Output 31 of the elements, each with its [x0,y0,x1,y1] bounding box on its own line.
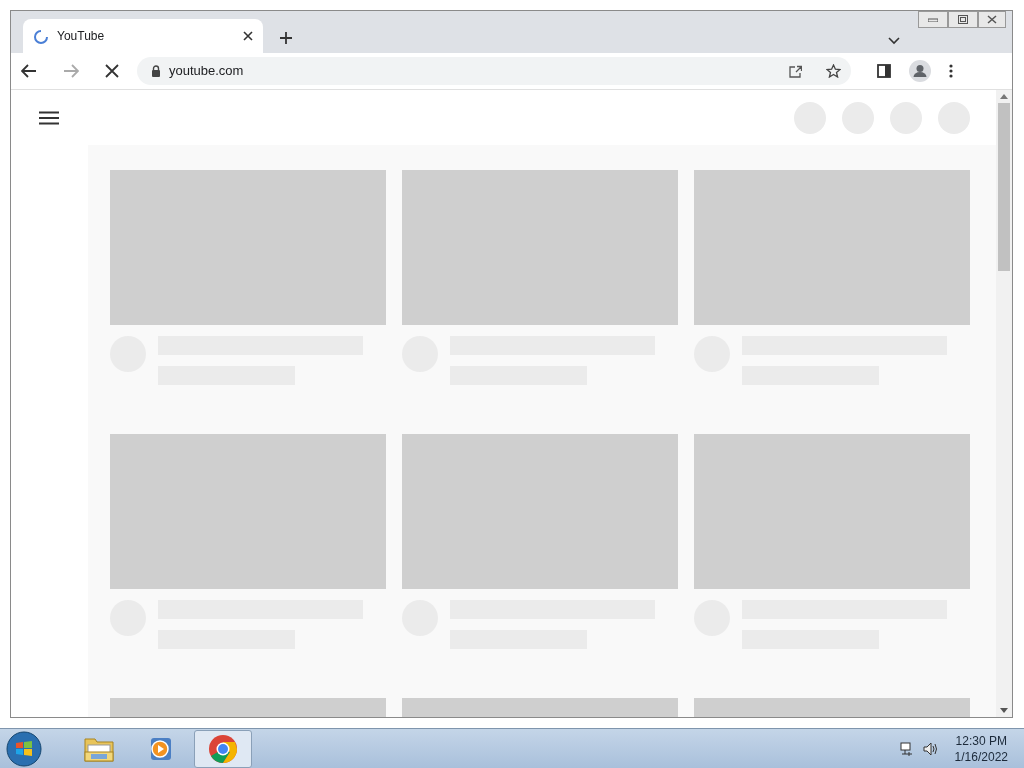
scrollbar[interactable] [996,90,1012,717]
chrome-icon [208,733,238,764]
maximize-icon [958,15,968,24]
start-button[interactable] [6,730,42,767]
address-bar[interactable]: youtube.com [137,57,851,85]
close-button[interactable] [978,11,1006,28]
back-icon[interactable] [21,64,37,78]
url-text: youtube.com [169,62,245,81]
lock-icon [151,65,161,77]
menu-icon[interactable] [39,110,59,125]
volume-icon[interactable] [922,740,939,757]
scrollbar-thumb[interactable] [998,103,1010,271]
share-icon[interactable] [788,64,802,78]
browser-tab[interactable]: YouTube [23,19,263,53]
menu-icon[interactable] [949,64,953,78]
maximize-button[interactable] [948,11,978,28]
scroll-down-icon[interactable] [1000,708,1008,713]
scroll-up-icon[interactable] [1000,94,1008,99]
clock[interactable]: 12:30 PM 1/16/2022 [954,732,1008,765]
tab-title: YouTube [57,28,106,45]
star-icon[interactable] [826,64,841,78]
minimize-icon [928,17,938,22]
network-icon[interactable] [898,740,915,757]
close-icon[interactable] [243,31,253,41]
profile-icon[interactable] [909,60,931,82]
close-icon [987,15,997,24]
new-tab-icon[interactable] [279,31,293,45]
taskbar-button[interactable] [194,729,252,768]
stop-icon[interactable] [105,64,119,78]
chevron-icon[interactable] [888,37,900,45]
side-panel-icon[interactable] [877,64,891,78]
